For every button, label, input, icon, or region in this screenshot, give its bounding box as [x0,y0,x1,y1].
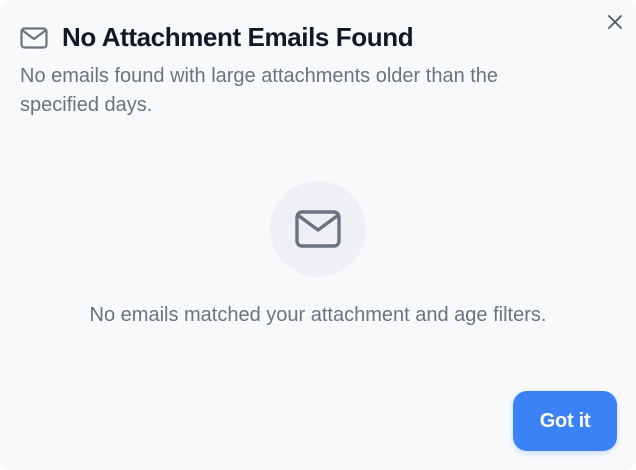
mail-icon [295,210,341,248]
got-it-button[interactable]: Got it [513,391,617,451]
no-attachments-dialog: No Attachment Emails Found No emails fou… [0,0,636,470]
close-button[interactable] [602,9,628,35]
empty-state-icon-wrapper [270,181,366,277]
mail-icon [20,26,48,50]
dialog-subtitle: No emails found with large attachments o… [20,65,499,116]
empty-state-message: No emails matched your attachment and ag… [89,304,547,326]
dialog-title: No Attachment Emails Found [62,22,414,52]
dialog-header: No Attachment Emails Found [20,22,414,53]
close-icon [608,15,622,29]
